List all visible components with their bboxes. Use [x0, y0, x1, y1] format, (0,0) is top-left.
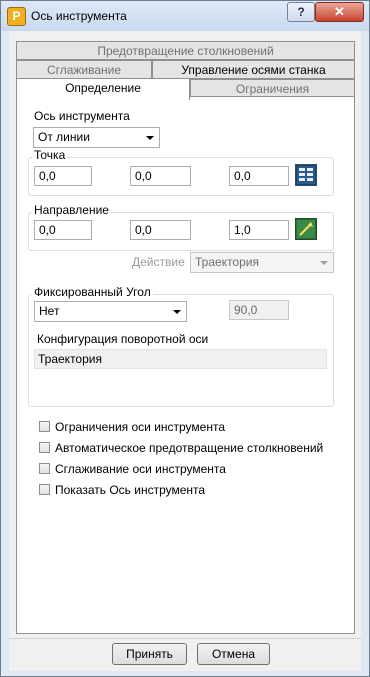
- checkbox-box[interactable]: [39, 484, 50, 495]
- dialog-window: P Ось инструмента ? ✕ Предотвращение сто…: [0, 0, 370, 677]
- window-title: Ось инструмента: [31, 9, 127, 23]
- definition-panel: Ось инструмента От линии Точка 0,0 0,0 0…: [16, 96, 355, 634]
- checkbox-label: Показать Ось инструмента: [55, 483, 206, 497]
- accept-button[interactable]: Принять: [112, 643, 187, 665]
- fixed-angle-mode-dropdown[interactable]: Нет: [34, 301, 187, 322]
- fixed-angle-mode-value: Нет: [39, 304, 60, 318]
- rotary-config-value: Траектория: [34, 349, 327, 369]
- point-y-field[interactable]: 0,0: [130, 166, 191, 186]
- checkbox-label: Ограничения оси инструмента: [55, 420, 226, 434]
- tab-machine-axis-control[interactable]: Управление осями станка: [152, 60, 355, 79]
- fixed-angle-group-title: Фиксированный Угол: [32, 285, 153, 299]
- close-button[interactable]: ✕: [315, 2, 364, 22]
- direction-y-field[interactable]: 0,0: [130, 220, 191, 240]
- checkbox-box[interactable]: [39, 421, 50, 432]
- tool-axis-label: Ось инструмента: [34, 109, 130, 123]
- point-x-field[interactable]: 0,0: [34, 166, 92, 186]
- direction-pick-icon[interactable]: [295, 218, 317, 240]
- fixed-angle-value-field[interactable]: 90,0: [229, 300, 289, 320]
- rotary-config-label: Конфигурация поворотной оси: [37, 332, 209, 346]
- cancel-button[interactable]: Отмена: [197, 643, 270, 665]
- tab-collision-avoidance[interactable]: Предотвращение столкновений: [16, 41, 355, 60]
- action-value: Траектория: [195, 255, 259, 269]
- direction-group-title: Направление: [32, 203, 111, 217]
- point-edit-icon[interactable]: [295, 164, 317, 186]
- checkbox-box[interactable]: [39, 463, 50, 474]
- direction-x-field[interactable]: 0,0: [34, 220, 92, 240]
- app-logo-icon: P: [7, 7, 26, 26]
- tool-axis-value: От линии: [38, 130, 90, 144]
- tool-axis-dropdown[interactable]: От линии: [33, 127, 160, 148]
- chevron-down-icon: [146, 136, 154, 140]
- dialog-body: Предотвращение столкновений Сглаживание …: [9, 31, 361, 638]
- title-bar[interactable]: P Ось инструмента ? ✕: [1, 1, 369, 31]
- dialog-footer: Принять Отмена: [9, 638, 361, 671]
- checkbox-box[interactable]: [39, 442, 50, 453]
- action-dropdown[interactable]: Траектория: [190, 252, 334, 273]
- help-button[interactable]: ?: [287, 2, 315, 22]
- tab-smoothing[interactable]: Сглаживание: [16, 60, 152, 79]
- tab-definition[interactable]: Определение: [16, 78, 190, 100]
- action-label: Действие: [132, 255, 185, 269]
- direction-z-field[interactable]: 1,0: [229, 220, 289, 240]
- chevron-down-icon: [320, 261, 328, 265]
- checkbox-label: Сглаживание оси инструмента: [55, 462, 226, 476]
- checkbox-label: Автоматическое предотвращение столкновен…: [55, 441, 324, 455]
- point-z-field[interactable]: 0,0: [229, 166, 289, 186]
- point-group-title: Точка: [32, 148, 68, 162]
- chevron-down-icon: [173, 310, 181, 314]
